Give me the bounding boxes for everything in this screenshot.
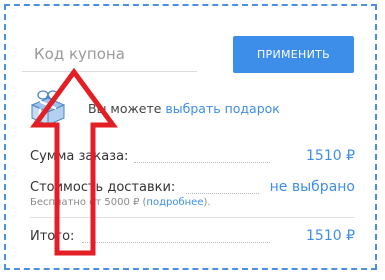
total-row: Итого: 1510 ₽	[30, 228, 355, 247]
delivery-not-selected-link[interactable]: не выбрано	[265, 179, 355, 195]
order-sum-value: 1510 ₽	[302, 148, 355, 164]
free-delivery-note: Бесплатно от 5000 ₽ (подробнее).	[30, 197, 211, 208]
free-note-suffix: ).	[203, 197, 211, 208]
total-value: 1510 ₽	[302, 228, 355, 244]
dotted-leader	[82, 242, 270, 243]
summary-divider	[30, 217, 355, 218]
order-sum-row: Сумма заказа: 1510 ₽	[30, 148, 355, 167]
delivery-cost-label: Стоимость доставки:	[30, 180, 178, 195]
dotted-leader	[186, 193, 259, 194]
gift-box-icon	[30, 90, 66, 126]
total-label: Итого:	[30, 229, 77, 244]
choose-gift-link[interactable]: выбрать подарок	[165, 101, 279, 116]
order-sum-label: Сумма заказа:	[30, 149, 131, 164]
coupon-code-input[interactable]	[22, 36, 197, 72]
dotted-leader	[134, 162, 270, 163]
apply-coupon-button[interactable]: ПРИМЕНИТЬ	[233, 36, 354, 73]
delivery-cost-row: Стоимость доставки: не выбрано	[30, 179, 355, 198]
gift-offer-prefix: Вы можете	[88, 101, 166, 116]
free-note-prefix: Бесплатно от 5000 ₽ (	[30, 197, 147, 208]
gift-offer-text: Вы можете выбрать подарок	[88, 101, 280, 116]
free-delivery-details-link[interactable]: подробнее	[146, 197, 203, 208]
